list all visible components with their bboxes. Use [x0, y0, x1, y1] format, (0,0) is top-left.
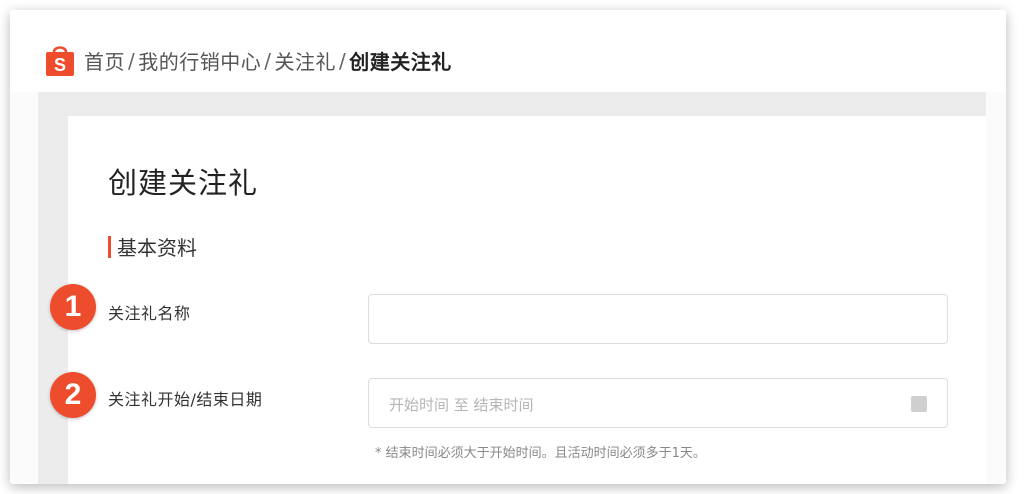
breadcrumb-separator: /	[128, 48, 136, 73]
follow-gift-period-picker[interactable]: 开始时间 至 结束时间	[368, 378, 948, 428]
breadcrumb-current: 创建关注礼	[349, 50, 452, 74]
follow-gift-name-input[interactable]	[368, 294, 948, 344]
section-title: 基本资料	[108, 232, 197, 261]
section-title-label: 基本资料	[117, 236, 197, 260]
section-accent-bar	[108, 235, 111, 258]
page-title: 创建关注礼	[108, 166, 259, 200]
breadcrumb-separator: /	[339, 48, 347, 73]
step-badge-2: 2	[50, 372, 96, 418]
page-card: S 首页 / 我的行销中心 / 关注礼 / 创建关注礼 创建关注礼 基本资料 1…	[10, 10, 1006, 484]
date-range-placeholder: 开始时间 至 结束时间	[389, 396, 534, 414]
breadcrumb-home[interactable]: 首页	[84, 46, 125, 75]
breadcrumb-follow-gift[interactable]: 关注礼	[275, 46, 337, 75]
breadcrumb: 首页 / 我的行销中心 / 关注礼 / 创建关注礼	[84, 46, 452, 75]
svg-text:S: S	[54, 55, 66, 75]
breadcrumb-marketing-center[interactable]: 我的行销中心	[138, 46, 261, 75]
breadcrumb-separator: /	[264, 48, 272, 73]
content-top-gutter	[38, 92, 986, 116]
calendar-icon[interactable]	[911, 396, 927, 412]
follow-gift-name-label: 关注礼名称	[108, 304, 191, 323]
shopee-bag-logo-icon[interactable]: S	[43, 43, 77, 77]
form-panel: 创建关注礼 基本资料 1 关注礼名称 2 关注礼开始/结束日期 开始时间 至 结…	[50, 116, 986, 484]
follow-gift-period-label: 关注礼开始/结束日期	[108, 390, 263, 409]
date-range-hint: * 结束时间必须大于开始时间。且活动时间必须多于1天。	[375, 446, 706, 461]
top-bar: S 首页 / 我的行销中心 / 关注礼 / 创建关注礼	[10, 10, 1006, 92]
step-badge-1: 1	[50, 284, 96, 330]
